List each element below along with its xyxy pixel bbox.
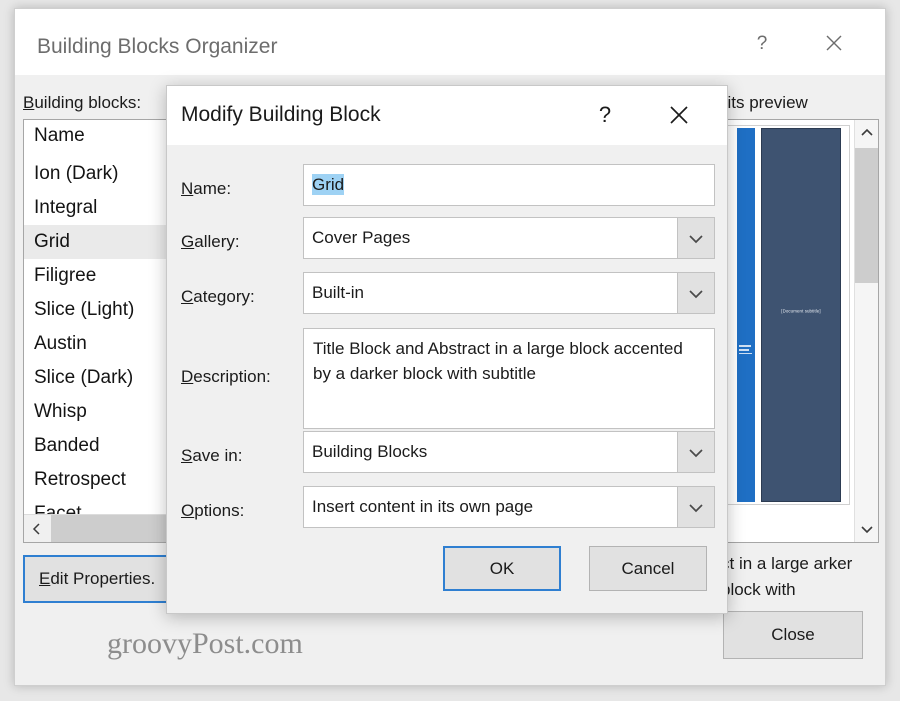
preview-canvas: ] [Document subtitle] (722, 120, 854, 542)
preview-description-text: ct in a large arker block with (721, 554, 853, 599)
category-value: Built-in (312, 283, 364, 302)
svg-text:?: ? (599, 103, 611, 127)
cancel-button[interactable]: Cancel (589, 546, 707, 591)
preview-document-subtitle: [Document subtitle] (781, 308, 821, 314)
name-input[interactable]: Grid (303, 164, 715, 206)
name-label-rest: ame: (193, 179, 232, 198)
preview-page-thumbnail: ] [Document subtitle] (726, 125, 850, 505)
scroll-left-arrow-icon[interactable] (24, 515, 50, 542)
name-field-label: Name: (181, 179, 231, 199)
save-in-accesskey: S (181, 446, 193, 465)
chevron-down-icon[interactable] (677, 273, 714, 313)
save-in-value: Building Blocks (312, 442, 428, 461)
name-accesskey: N (181, 179, 194, 198)
chevron-down-icon[interactable] (677, 432, 714, 472)
screen-root: Building Blocks Organizer ? Building blo… (0, 0, 900, 701)
dialog-help-button[interactable]: ? (583, 96, 627, 134)
building-blocks-accesskey: B (23, 93, 35, 112)
gallery-value: Cover Pages (312, 228, 411, 247)
edit-properties-accesskey: E (39, 569, 51, 588)
name-input-value: Grid (312, 174, 345, 195)
scroll-down-arrow-icon[interactable] (855, 516, 878, 542)
gallery-accesskey: G (181, 232, 195, 251)
scroll-thumb-vertical[interactable] (855, 148, 878, 283)
gallery-label-rest: allery: (194, 232, 240, 251)
dialog-title: Modify Building Block (181, 103, 381, 126)
organizer-help-button[interactable]: ? (739, 25, 785, 61)
gallery-dropdown[interactable]: Cover Pages (303, 217, 715, 259)
ok-button[interactable]: OK (443, 546, 561, 591)
preview-microtext-lines (739, 345, 753, 356)
organizer-close-button[interactable] (811, 25, 857, 61)
description-textarea[interactable]: Title Block and Abstract in a large bloc… (303, 328, 715, 429)
options-value: Insert content in its own page (312, 497, 534, 516)
options-field-label: Options: (181, 501, 244, 521)
save-in-field-label: Save in: (181, 446, 242, 466)
chevron-down-icon[interactable] (677, 218, 714, 258)
close-button[interactable]: Close (723, 611, 863, 659)
watermark: groovyPost.com (107, 627, 303, 660)
category-label-rest: ategory: (193, 287, 255, 306)
preview-bracket-glyph: ] (729, 299, 732, 311)
building-blocks-label: Building blocks: (23, 93, 141, 113)
preview-blue-accent-bar (737, 128, 755, 502)
organizer-titlebar: Building Blocks Organizer ? (15, 9, 885, 75)
scroll-up-arrow-icon[interactable] (855, 120, 878, 146)
dialog-body: Name: Grid Gallery: Cover Pages Category… (167, 145, 727, 613)
description-label-rest: escription: (193, 367, 271, 386)
options-label-rest: ptions: (194, 501, 245, 520)
preview-vertical-scrollbar[interactable] (854, 120, 878, 542)
description-field-label: Description: (181, 367, 271, 387)
save-in-dropdown[interactable]: Building Blocks (303, 431, 715, 473)
dialog-titlebar: Modify Building Block ? (167, 86, 727, 145)
modify-building-block-dialog: Modify Building Block ? Name: Grid Galle… (166, 85, 728, 614)
options-accesskey: O (181, 501, 195, 520)
description-accesskey: D (181, 367, 194, 386)
options-dropdown[interactable]: Insert content in its own page (303, 486, 715, 528)
gallery-field-label: Gallery: (181, 232, 240, 252)
name-selected-text: Grid (312, 174, 345, 195)
building-blocks-label-rest: uilding blocks: (34, 93, 142, 112)
edit-properties-label: dit Properties. (50, 569, 156, 588)
svg-text:?: ? (757, 33, 768, 54)
preview-pane: ] [Document subtitle] (721, 119, 879, 543)
category-accesskey: C (181, 287, 194, 306)
dialog-close-button[interactable] (657, 96, 701, 134)
organizer-window-title: Building Blocks Organizer (37, 35, 278, 58)
category-field-label: Category: (181, 287, 255, 307)
preview-dark-block: [Document subtitle] (761, 128, 841, 502)
chevron-down-icon[interactable] (677, 487, 714, 527)
column-header-name: Name (34, 125, 85, 146)
category-dropdown[interactable]: Built-in (303, 272, 715, 314)
save-in-label-rest: ave in: (192, 446, 243, 465)
